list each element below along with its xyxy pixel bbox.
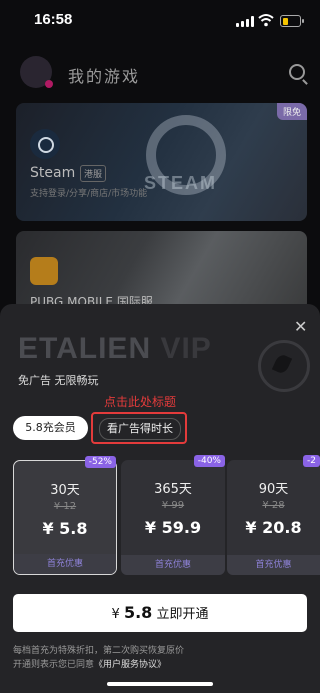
etalien-emblem-icon xyxy=(258,340,310,392)
plan-price: ¥ 5.8 xyxy=(42,519,88,538)
vip-title: ETALIEN VIP xyxy=(18,332,212,365)
cellular-signal-icon xyxy=(236,16,254,27)
plan-card-365d[interactable]: -40% 365天 ¥ 99 ¥ 59.9 首充优惠 xyxy=(121,455,225,575)
original-price: ¥ 28 xyxy=(262,500,285,511)
search-icon[interactable] xyxy=(289,64,305,80)
vip-subtitle: 免广告 无限畅玩 xyxy=(18,374,99,387)
annotation-label: 点击此处标题 xyxy=(104,395,177,409)
vip-bottom-sheet: ✕ ETALIEN VIP 免广告 无限畅玩 点击此处标题 5.8充会员 看广告… xyxy=(0,304,320,693)
plan-name: 365天 xyxy=(154,482,192,497)
terms-text: 每档首充为特殊折扣，第二次购买恢复原价 开通则表示您已同意《用户服务协议》 xyxy=(13,646,185,670)
plan-list: -52% 30天 ¥ 12 ¥ 5.8 首充优惠 -40% 365天 ¥ 99 … xyxy=(13,455,320,575)
discount-badge: -40% xyxy=(193,455,225,467)
free-badge: 限免 xyxy=(276,103,307,120)
subscribe-button[interactable]: ¥ 5.8 立即开通 xyxy=(13,594,307,632)
app-header: 我的游戏 xyxy=(0,50,320,94)
avatar[interactable] xyxy=(20,56,53,88)
page-title: 我的游戏 xyxy=(68,67,141,86)
plan-price: ¥ 20.8 xyxy=(245,518,302,537)
discount-badge: -2 xyxy=(303,455,320,467)
close-icon[interactable]: ✕ xyxy=(294,317,307,336)
notification-dot xyxy=(45,80,53,88)
original-price: ¥ 99 xyxy=(161,500,185,511)
game-card-pubg[interactable]: PUBG MOBILE 国际服 xyxy=(16,231,307,311)
server-tag[interactable]: 港服 xyxy=(80,165,107,182)
status-bar: 16:58 xyxy=(0,0,320,40)
game-name: Steam xyxy=(30,165,76,181)
game-card-steam[interactable]: 限免 STEAM Steam 港服 支持登录/分享/商店/市场功能 xyxy=(16,103,307,221)
battery-icon xyxy=(280,15,304,27)
steam-logo-icon xyxy=(30,129,60,159)
plan-name: 90天 xyxy=(258,482,289,497)
tab-recharge-vip[interactable]: 5.8充会员 xyxy=(13,416,88,440)
tab-watch-ads[interactable]: 看广告得时长 xyxy=(99,418,181,440)
wifi-icon xyxy=(258,14,274,27)
plan-name: 30天 xyxy=(50,483,80,498)
annotation-highlight-box: 看广告得时长 xyxy=(91,412,187,444)
plan-card-30d[interactable]: -52% 30天 ¥ 12 ¥ 5.8 首充优惠 xyxy=(13,456,117,575)
plan-card-90d[interactable]: -2 90天 ¥ 28 ¥ 20.8 首充优惠 xyxy=(227,455,320,575)
steam-watermark-text: STEAM xyxy=(144,173,217,193)
game-description: 支持登录/分享/商店/市场功能 xyxy=(30,189,148,199)
user-agreement-link[interactable]: 《用户服务协议》 xyxy=(94,660,166,670)
plan-footer: 首充优惠 xyxy=(227,555,320,575)
status-time: 16:58 xyxy=(34,11,73,28)
plan-footer: 首充优惠 xyxy=(121,555,225,575)
plan-footer: 首充优惠 xyxy=(14,554,116,574)
plan-price: ¥ 59.9 xyxy=(144,518,202,537)
discount-badge: -52% xyxy=(84,456,116,468)
home-indicator[interactable] xyxy=(107,682,213,686)
original-price: ¥ 12 xyxy=(53,501,77,512)
pubg-logo-icon xyxy=(30,257,58,285)
